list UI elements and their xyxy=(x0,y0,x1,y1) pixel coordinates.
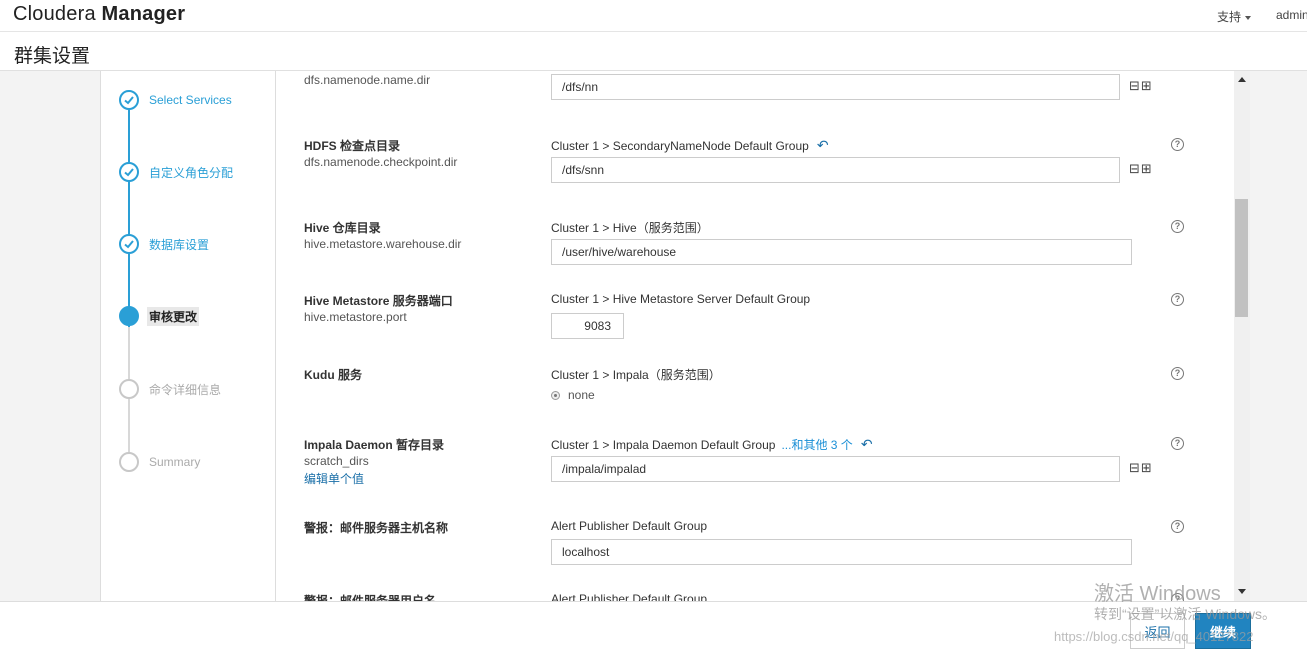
setting-title: HDFS 检查点目录 xyxy=(304,139,401,153)
support-menu-label: 支持 xyxy=(1217,10,1242,24)
wizard-step-label: Summary xyxy=(149,455,201,469)
check-circle-icon xyxy=(119,234,139,254)
wizard-step-label: 命令详细信息 xyxy=(149,382,222,397)
setting-row: 警报：邮件服务器用户名 Alert Publisher Default Grou… xyxy=(276,585,1234,601)
setting-row: 警报：邮件服务器主机名称 Alert Publisher Default Gro… xyxy=(276,513,1234,585)
windows-activation-watermark: 激活 Windows xyxy=(1094,583,1221,605)
setting-key: hive.metastore.warehouse.dir xyxy=(304,237,462,251)
more-groups-link[interactable]: ...和其他 3 个 xyxy=(781,438,852,452)
plus-square-icon[interactable]: ⊞ xyxy=(1141,161,1153,176)
vertical-scrollbar[interactable] xyxy=(1234,71,1250,601)
top-navbar: Cloudera Manager 支持 admin xyxy=(0,0,1307,32)
setting-value-input[interactable] xyxy=(551,539,1132,565)
wizard-step-label: 数据库设置 xyxy=(149,237,210,252)
setting-scope: Alert Publisher Default Group xyxy=(551,519,708,533)
scroll-down-icon[interactable] xyxy=(1238,589,1246,594)
scope-text: Cluster 1 > Impala Daemon Default Group xyxy=(551,438,776,452)
setting-row: HDFS 检查点目录 dfs.namenode.checkpoint.dir C… xyxy=(276,131,1234,213)
setting-title: 警报：邮件服务器用户名 xyxy=(304,594,437,601)
brand-logo[interactable]: Cloudera Manager xyxy=(13,3,185,26)
setting-scope: Cluster 1 > Impala Daemon Default Group.… xyxy=(551,436,873,453)
wizard-step-label: Select Services xyxy=(149,93,232,107)
help-icon[interactable]: ? xyxy=(1171,138,1184,151)
brand-name-light: Cloudera xyxy=(13,3,96,25)
edit-individual-values-link[interactable]: 编辑单个值 xyxy=(304,470,364,487)
page-title: 群集设置 xyxy=(14,46,91,67)
wizard-line-done xyxy=(128,109,130,327)
minus-square-icon[interactable]: ⊟ xyxy=(1129,78,1141,93)
add-remove-controls: ⊟⊞ xyxy=(1129,161,1153,177)
add-remove-controls: ⊟⊞ xyxy=(1129,78,1153,94)
brand-name-bold: Manager xyxy=(101,3,186,25)
wizard-step-label: 审核更改 xyxy=(147,306,200,326)
setting-scope: Cluster 1 > Hive（服务范围） xyxy=(551,221,709,235)
setting-scope: Cluster 1 > Hive Metastore Server Defaul… xyxy=(551,292,811,306)
help-icon[interactable]: ? xyxy=(1171,437,1184,450)
undo-icon[interactable]: ↶ xyxy=(861,436,873,452)
setting-title: Hive 仓库目录 xyxy=(304,221,381,235)
wizard-step-command-details: 命令详细信息 xyxy=(119,379,221,399)
wizard-step-database-setup[interactable]: 数据库设置 xyxy=(119,234,209,254)
radio-button[interactable] xyxy=(551,391,560,400)
plus-square-icon[interactable]: ⊞ xyxy=(1141,460,1153,475)
check-circle-icon xyxy=(119,90,139,110)
undo-icon[interactable]: ↶ xyxy=(817,137,829,153)
setting-row: dfs.namenode.name.dir ⊟⊞ xyxy=(276,71,1234,131)
left-gutter xyxy=(0,71,100,601)
setting-title: 警报：邮件服务器主机名称 xyxy=(304,521,449,535)
wizard-step-select-services[interactable]: Select Services xyxy=(119,90,232,110)
scrollbar-thumb[interactable] xyxy=(1235,199,1248,317)
wizard-step-label: 自定义角色分配 xyxy=(149,165,234,180)
setting-title: Hive Metastore 服务器端口 xyxy=(304,294,453,308)
setting-row: Hive 仓库目录 hive.metastore.warehouse.dir C… xyxy=(276,213,1234,286)
setting-scope: Cluster 1 > SecondaryNameNode Default Gr… xyxy=(551,137,829,154)
wizard-steps: Select Services 自定义角色分配 数据库设置 审核更改 命令详细信… xyxy=(100,71,276,601)
plus-square-icon[interactable]: ⊞ xyxy=(1141,78,1153,93)
setting-row: Hive Metastore 服务器端口 hive.metastore.port… xyxy=(276,286,1234,360)
admin-menu-label: admin xyxy=(1276,8,1307,22)
setting-scope: Cluster 1 > Impala（服务范围） xyxy=(551,368,721,382)
setting-key: dfs.namenode.name.dir xyxy=(304,73,431,87)
add-remove-controls: ⊟⊞ xyxy=(1129,460,1153,476)
check-circle-icon xyxy=(119,162,139,182)
setting-value-input[interactable] xyxy=(551,74,1120,100)
scope-text: Cluster 1 > SecondaryNameNode Default Gr… xyxy=(551,139,809,153)
help-icon[interactable]: ? xyxy=(1171,220,1184,233)
setting-row: Kudu 服务 Cluster 1 > Impala（服务范围） none ? xyxy=(276,360,1234,430)
setting-value-input[interactable] xyxy=(551,157,1120,183)
setting-value-input[interactable] xyxy=(551,456,1120,482)
admin-menu[interactable]: admin xyxy=(1276,8,1307,22)
pending-step-icon xyxy=(119,379,139,399)
setting-scope: Alert Publisher Default Group xyxy=(551,592,708,601)
minus-square-icon[interactable]: ⊟ xyxy=(1129,460,1141,475)
scroll-up-icon[interactable] xyxy=(1238,77,1246,82)
wizard-step-role-assignment[interactable]: 自定义角色分配 xyxy=(119,162,233,182)
support-menu[interactable]: 支持 xyxy=(1217,8,1252,25)
minus-square-icon[interactable]: ⊟ xyxy=(1129,161,1141,176)
active-step-icon xyxy=(119,306,139,326)
wizard-step-summary: Summary xyxy=(119,452,200,472)
right-gutter xyxy=(1250,71,1307,601)
setting-key: hive.metastore.port xyxy=(304,310,407,324)
help-icon[interactable]: ? xyxy=(1171,293,1184,306)
setting-title: Kudu 服务 xyxy=(304,368,362,382)
chevron-down-icon xyxy=(1245,15,1252,20)
help-icon[interactable]: ? xyxy=(1171,520,1184,533)
setting-key: scratch_dirs xyxy=(304,454,369,468)
blog-url-watermark: https://blog.csdn.net/qq_40127822 xyxy=(1054,629,1254,644)
radio-option-none[interactable]: none xyxy=(551,388,595,402)
help-icon[interactable]: ? xyxy=(1171,367,1184,380)
setting-port-input[interactable] xyxy=(551,313,624,339)
setting-row: Impala Daemon 暂存目录 scratch_dirs 编辑单个值 Cl… xyxy=(276,430,1234,513)
setting-value-input[interactable] xyxy=(551,239,1132,265)
setting-key: dfs.namenode.checkpoint.dir xyxy=(304,155,458,169)
wizard-step-review-changes[interactable]: 审核更改 xyxy=(119,306,200,326)
setting-title: Impala Daemon 暂存目录 xyxy=(304,438,445,452)
windows-activation-hint: 转到“设置”以激活 Windows。 xyxy=(1094,606,1277,622)
page-header: 群集设置 xyxy=(0,33,1307,71)
pending-step-icon xyxy=(119,452,139,472)
settings-list: dfs.namenode.name.dir ⊟⊞ HDFS 检查点目录 dfs.… xyxy=(276,71,1234,601)
radio-label: none xyxy=(568,388,595,402)
